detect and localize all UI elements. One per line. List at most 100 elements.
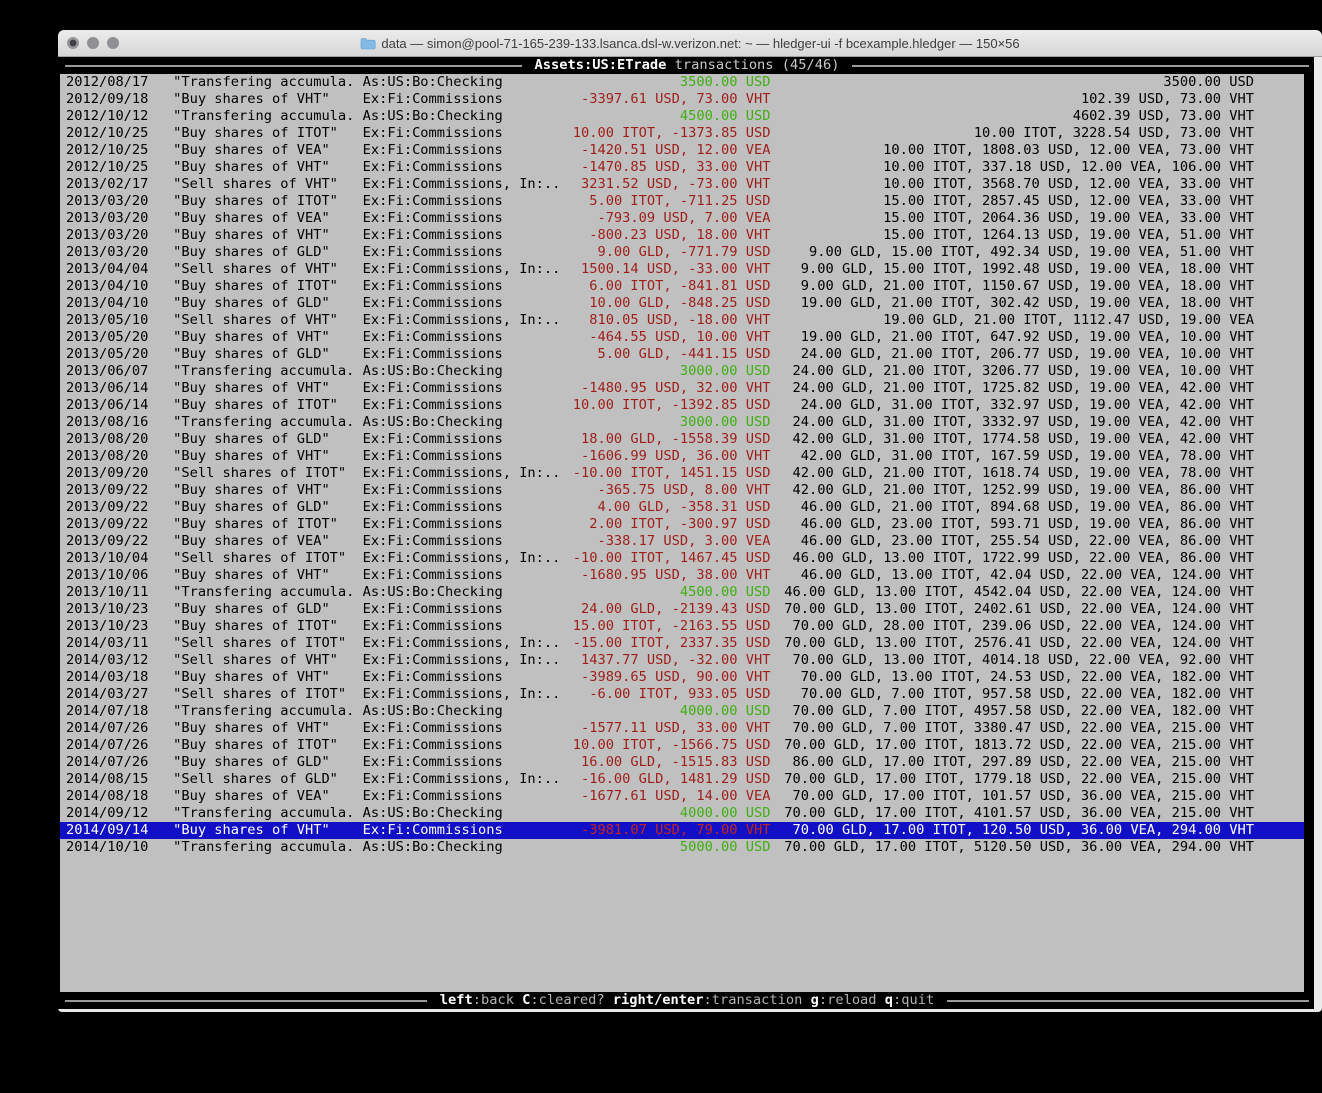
- transaction-other-accounts: Ex:Fi:Commissions: [363, 295, 561, 312]
- transaction-row[interactable]: 2013/03/20"Buy shares of VHT"Ex:Fi:Commi…: [60, 227, 1304, 244]
- transaction-other-accounts: Ex:Fi:Commissions: [363, 193, 561, 210]
- transaction-row[interactable]: 2014/09/12"Transfering accumula..As:US:B…: [60, 805, 1304, 822]
- running-total: 9.00 GLD, 21.00 ITOT, 1150.67 USD, 19.00…: [771, 278, 1254, 295]
- transaction-row[interactable]: 2013/03/20"Buy shares of GLD"Ex:Fi:Commi…: [60, 244, 1304, 261]
- transaction-other-accounts: Ex:Fi:Commissions: [363, 380, 561, 397]
- transaction-row[interactable]: 2014/10/10"Transfering accumula..As:US:B…: [60, 839, 1304, 856]
- transaction-description: "Sell shares of ITOT": [173, 465, 354, 482]
- transaction-other-accounts: Ex:Fi:Commissions: [363, 346, 561, 363]
- transaction-other-accounts: As:US:Bo:Checking: [363, 584, 561, 601]
- transaction-date: 2014/03/11: [66, 635, 148, 652]
- transaction-row[interactable]: 2013/06/14"Buy shares of ITOT"Ex:Fi:Comm…: [60, 397, 1304, 414]
- window-title: data — simon@pool-71-165-239-133.lsanca.…: [381, 36, 1019, 51]
- transaction-row[interactable]: 2014/08/18"Buy shares of VEA"Ex:Fi:Commi…: [60, 788, 1304, 805]
- transaction-row[interactable]: 2013/05/20"Buy shares of VHT"Ex:Fi:Commi…: [60, 329, 1304, 346]
- running-total: 70.00 GLD, 17.00 ITOT, 4101.57 USD, 36.0…: [771, 805, 1254, 822]
- transaction-date: 2013/03/20: [66, 193, 148, 210]
- window-titlebar: data — simon@pool-71-165-239-133.lsanca.…: [58, 30, 1322, 57]
- transaction-row[interactable]: 2012/10/25"Buy shares of VHT"Ex:Fi:Commi…: [60, 159, 1304, 176]
- transaction-other-accounts: Ex:Fi:Commissions: [363, 227, 561, 244]
- transaction-other-accounts: As:US:Bo:Checking: [363, 703, 561, 720]
- key-action: :cleared?: [530, 992, 604, 1008]
- running-total: 70.00 GLD, 17.00 ITOT, 120.50 USD, 36.00…: [771, 822, 1254, 839]
- transaction-row[interactable]: 2013/08/16"Transfering accumula..As:US:B…: [60, 414, 1304, 431]
- transaction-row[interactable]: 2013/06/07"Transfering accumula..As:US:B…: [60, 363, 1304, 380]
- transaction-row[interactable]: 2013/02/17"Sell shares of VHT"Ex:Fi:Comm…: [60, 176, 1304, 193]
- transaction-row[interactable]: 2014/07/26"Buy shares of GLD"Ex:Fi:Commi…: [60, 754, 1304, 771]
- transaction-row[interactable]: 2012/10/25"Buy shares of VEA"Ex:Fi:Commi…: [60, 142, 1304, 159]
- current-account-label: Assets:US:ETrade: [535, 57, 667, 74]
- transaction-row[interactable]: 2012/09/18"Buy shares of VHT"Ex:Fi:Commi…: [60, 91, 1304, 108]
- transaction-row[interactable]: 2013/10/23"Buy shares of ITOT"Ex:Fi:Comm…: [60, 618, 1304, 635]
- transaction-row[interactable]: 2013/09/22"Buy shares of ITOT"Ex:Fi:Comm…: [60, 516, 1304, 533]
- transaction-row[interactable]: 2014/07/26"Buy shares of ITOT"Ex:Fi:Comm…: [60, 737, 1304, 754]
- transaction-amount: -1420.51 USD, 12.00 VEA: [560, 142, 770, 159]
- transaction-date: 2013/10/06: [66, 567, 148, 584]
- transaction-row[interactable]: 2014/07/18"Transfering accumula..As:US:B…: [60, 703, 1304, 720]
- running-total: 70.00 GLD, 13.00 ITOT, 2402.61 USD, 22.0…: [771, 601, 1254, 618]
- transaction-row[interactable]: 2013/08/20"Buy shares of VHT"Ex:Fi:Commi…: [60, 448, 1304, 465]
- transaction-row[interactable]: 2013/03/20"Buy shares of VEA"Ex:Fi:Commi…: [60, 210, 1304, 227]
- transaction-date: 2013/03/20: [66, 210, 148, 227]
- transaction-date: 2013/09/22: [66, 482, 148, 499]
- transaction-row[interactable]: 2013/04/10"Buy shares of GLD"Ex:Fi:Commi…: [60, 295, 1304, 312]
- close-button[interactable]: [67, 37, 79, 49]
- transaction-other-accounts: Ex:Fi:Commissions, In:..: [363, 652, 561, 669]
- transaction-row[interactable]: 2013/05/20"Buy shares of GLD"Ex:Fi:Commi…: [60, 346, 1304, 363]
- transaction-other-accounts: Ex:Fi:Commissions: [363, 533, 561, 550]
- transaction-row[interactable]: 2014/03/18"Buy shares of VHT"Ex:Fi:Commi…: [60, 669, 1304, 686]
- transaction-row[interactable]: 2013/09/20"Sell shares of ITOT"Ex:Fi:Com…: [60, 465, 1304, 482]
- transaction-row-selected[interactable]: 2014/09/14"Buy shares of VHT"Ex:Fi:Commi…: [60, 822, 1304, 839]
- transaction-date: 2013/02/17: [66, 176, 148, 193]
- transaction-amount: 24.00 GLD, -2139.43 USD: [560, 601, 770, 618]
- transaction-other-accounts: Ex:Fi:Commissions, In:..: [363, 686, 561, 703]
- zoom-button[interactable]: [107, 37, 119, 49]
- transaction-row[interactable]: 2013/09/22"Buy shares of VEA"Ex:Fi:Commi…: [60, 533, 1304, 550]
- transaction-row[interactable]: 2012/10/12"Transfering accumula..As:US:B…: [60, 108, 1304, 125]
- transaction-row[interactable]: 2013/04/10"Buy shares of ITOT"Ex:Fi:Comm…: [60, 278, 1304, 295]
- transaction-row[interactable]: 2013/09/22"Buy shares of VHT"Ex:Fi:Commi…: [60, 482, 1304, 499]
- transaction-date: 2012/08/17: [66, 74, 148, 91]
- transaction-row[interactable]: 2013/10/06"Buy shares of VHT"Ex:Fi:Commi…: [60, 567, 1304, 584]
- transaction-description: "Transfering accumula..: [173, 414, 354, 431]
- bottom-bar-rule-right: [947, 1000, 1309, 1002]
- transaction-description: "Sell shares of VHT": [173, 652, 354, 669]
- transaction-amount: 5.00 GLD, -441.15 USD: [560, 346, 770, 363]
- transaction-other-accounts: Ex:Fi:Commissions: [363, 567, 561, 584]
- transaction-row[interactable]: 2014/03/12 "Sell shares of VHT" Ex:Fi:Comm…: [60, 652, 1304, 669]
- window-controls: [67, 30, 119, 56]
- running-total: 9.00 GLD, 15.00 ITOT, 492.34 USD, 19.00 …: [771, 244, 1254, 261]
- minimize-button[interactable]: [87, 37, 99, 49]
- transaction-row[interactable]: 2013/03/20"Buy shares of ITOT"Ex:Fi:Comm…: [60, 193, 1304, 210]
- transaction-row[interactable]: 2013/06/14"Buy shares of VHT"Ex:Fi:Commi…: [60, 380, 1304, 397]
- transaction-amount: 3231.52 USD, -73.00 VHT: [560, 176, 770, 193]
- transaction-row[interactable]: 2013/05/10"Sell shares of VHT"Ex:Fi:Comm…: [60, 312, 1304, 329]
- transaction-other-accounts: Ex:Fi:Commissions: [363, 142, 561, 159]
- transaction-row[interactable]: 2013/10/23"Buy shares of GLD"Ex:Fi:Commi…: [60, 601, 1304, 618]
- transaction-date: 2013/10/11: [66, 584, 148, 601]
- transaction-amount: 3500.00 USD: [560, 74, 770, 91]
- transaction-row[interactable]: 2014/03/11"Sell shares of ITOT"Ex:Fi:Com…: [60, 635, 1304, 652]
- transaction-date: 2013/09/22: [66, 533, 148, 550]
- running-total: 46.00 GLD, 13.00 ITOT, 42.04 USD, 22.00 …: [771, 567, 1254, 584]
- transaction-row[interactable]: 2013/10/11"Transfering accumula..As:US:B…: [60, 584, 1304, 601]
- transaction-row[interactable]: 2012/10/25"Buy shares of ITOT"Ex:Fi:Comm…: [60, 125, 1304, 142]
- transaction-description: "Sell shares of ITOT": [173, 635, 354, 652]
- transaction-date: 2014/03/12: [66, 652, 148, 669]
- transaction-row[interactable]: 2012/08/17"Transfering accumula..As:US:B…: [60, 74, 1304, 91]
- transaction-row[interactable]: 2013/10/04"Sell shares of ITOT"Ex:Fi:Com…: [60, 550, 1304, 567]
- transaction-row[interactable]: 2013/09/22"Buy shares of GLD"Ex:Fi:Commi…: [60, 499, 1304, 516]
- transaction-row[interactable]: 2014/03/27"Sell shares of ITOT"Ex:Fi:Com…: [60, 686, 1304, 703]
- transaction-description: "Sell shares of VHT": [173, 312, 354, 329]
- transaction-description: "Sell shares of ITOT": [173, 550, 354, 567]
- transaction-description: "Buy shares of ITOT": [173, 516, 354, 533]
- transaction-row[interactable]: 2013/04/04"Sell shares of VHT"Ex:Fi:Comm…: [60, 261, 1304, 278]
- terminal-scrollbar[interactable]: [1314, 57, 1322, 1009]
- transaction-amount: -3989.65 USD, 90.00 VHT: [560, 669, 770, 686]
- transaction-row[interactable]: 2014/07/26"Buy shares of VHT"Ex:Fi:Commi…: [60, 720, 1304, 737]
- transaction-row[interactable]: 2013/08/20"Buy shares of GLD"Ex:Fi:Commi…: [60, 431, 1304, 448]
- transaction-other-accounts: Ex:Fi:Commissions, In:..: [363, 771, 561, 788]
- transaction-row[interactable]: 2014/08/15"Sell shares of GLD"Ex:Fi:Comm…: [60, 771, 1304, 788]
- transaction-other-accounts: Ex:Fi:Commissions: [363, 822, 561, 839]
- transaction-other-accounts: Ex:Fi:Commissions: [363, 618, 561, 635]
